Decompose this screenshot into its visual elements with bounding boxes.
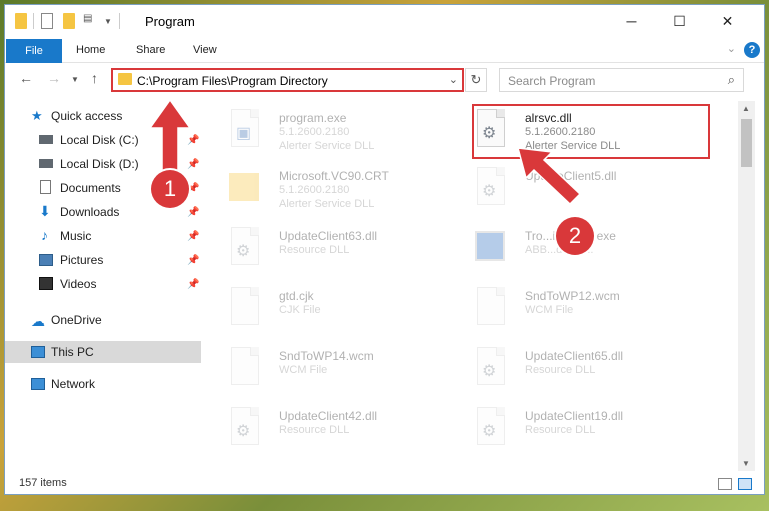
arrow-up-icon bbox=[148, 98, 192, 179]
step-1-badge: 1 bbox=[151, 170, 189, 208]
arrow-pointer-icon bbox=[516, 147, 582, 206]
step-2-badge: 2 bbox=[556, 217, 594, 255]
annotation-arrows bbox=[148, 98, 582, 206]
